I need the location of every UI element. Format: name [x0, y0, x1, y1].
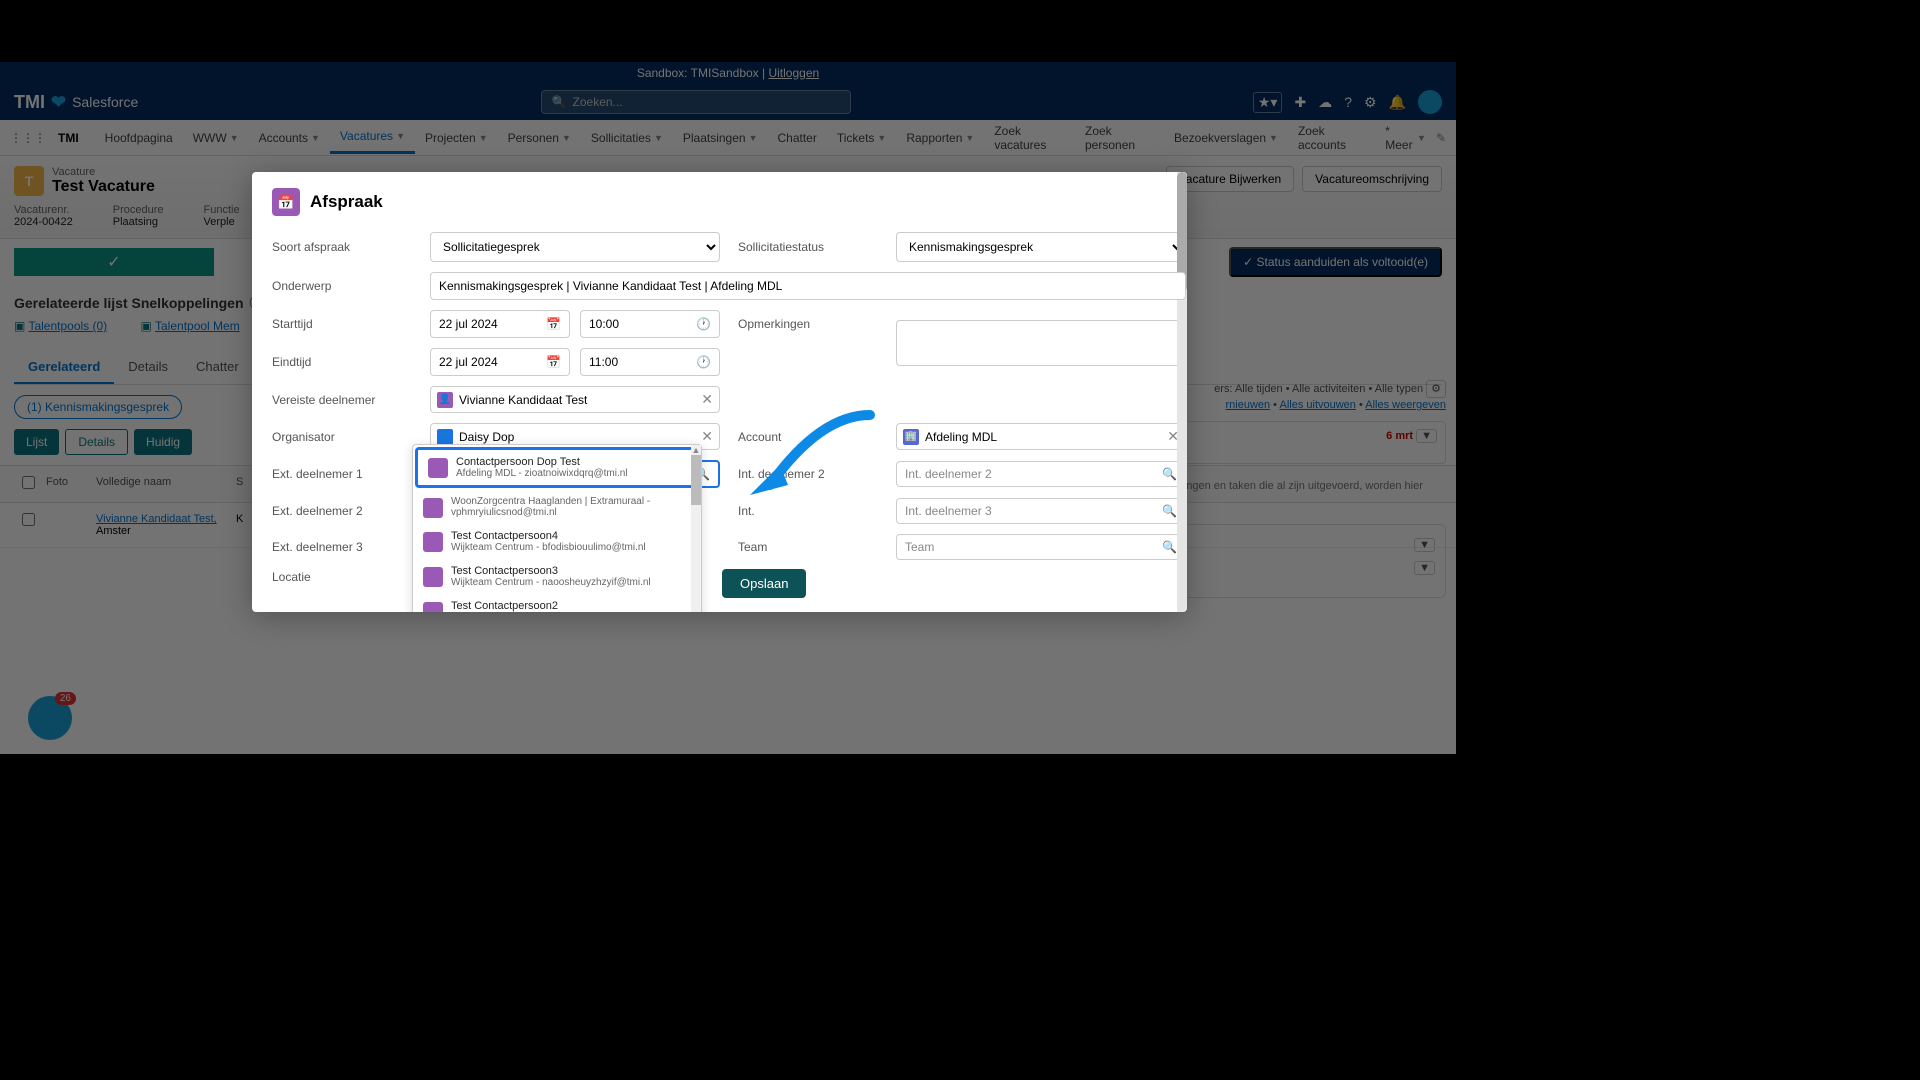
- end-date-input[interactable]: 22 jul 2024📅: [430, 348, 570, 376]
- team-input[interactable]: Team🔍: [896, 534, 1186, 560]
- contact-icon: [423, 602, 443, 612]
- contactpersoon-dropdown: ▲ Contactpersoon Dop TestAfdeling MDL - …: [412, 444, 702, 612]
- int-deelnemer-3-input[interactable]: Int. deelnemer 3🔍: [896, 498, 1186, 524]
- dropdown-item[interactable]: Test Contactpersoon4Wijkteam Centrum - b…: [413, 524, 701, 559]
- end-time-input[interactable]: 11:00🕐: [580, 348, 720, 376]
- clear-icon[interactable]: ✕: [701, 428, 713, 445]
- vereiste-deelnemer-lookup[interactable]: 👤 Vivianne Kandidaat Test ✕: [430, 386, 720, 413]
- dropdown-item[interactable]: Test Contactpersoon3Wijkteam Centrum - n…: [413, 559, 701, 594]
- dropdown-scrollbar[interactable]: ▲: [691, 445, 701, 612]
- modal-scrollbar[interactable]: [1177, 172, 1187, 612]
- contact-icon: [428, 458, 448, 478]
- dropdown-item[interactable]: Test Contactpersoon2: [413, 594, 701, 612]
- onderwerp-input[interactable]: [430, 272, 1186, 300]
- sollicitatiestatus-select[interactable]: Kennismakingsgesprek: [896, 232, 1186, 262]
- search-icon: 🔍: [1162, 467, 1177, 481]
- calendar-icon: 📅: [272, 188, 300, 216]
- calendar-icon: 📅: [546, 355, 561, 369]
- account-icon: 🏢: [903, 429, 919, 445]
- int-deelnemer-2-input[interactable]: Int. deelnemer 2🔍: [896, 461, 1186, 487]
- opmerkingen-textarea[interactable]: [896, 320, 1186, 366]
- dropdown-item[interactable]: WoonZorgcentra Haaglanden | Extramuraal …: [413, 490, 701, 524]
- modal-title: Afspraak: [310, 192, 383, 212]
- clear-icon[interactable]: ✕: [701, 391, 713, 408]
- start-date-input[interactable]: 22 jul 2024📅: [430, 310, 570, 338]
- clock-icon: 🕐: [696, 355, 711, 369]
- contact-icon: [423, 532, 443, 552]
- search-icon: 🔍: [1162, 540, 1177, 554]
- start-time-input[interactable]: 10:00🕐: [580, 310, 720, 338]
- search-icon: 🔍: [1162, 504, 1177, 518]
- contact-icon: 👤: [437, 392, 453, 408]
- calendar-icon: 📅: [546, 317, 561, 331]
- contact-icon: [423, 567, 443, 587]
- clock-icon: 🕐: [696, 317, 711, 331]
- soort-afspraak-select[interactable]: Sollicitatiegesprek: [430, 232, 720, 262]
- account-lookup[interactable]: 🏢 Afdeling MDL ✕: [896, 423, 1186, 450]
- afspraak-modal: 📅 Afspraak Soort afspraak Sollicitatiege…: [252, 172, 1187, 612]
- user-icon: 👤: [437, 429, 453, 445]
- opslaan-button[interactable]: Opslaan: [722, 569, 806, 598]
- dropdown-item-highlighted[interactable]: Contactpersoon Dop TestAfdeling MDL - zi…: [415, 447, 699, 488]
- contact-icon: [423, 498, 443, 518]
